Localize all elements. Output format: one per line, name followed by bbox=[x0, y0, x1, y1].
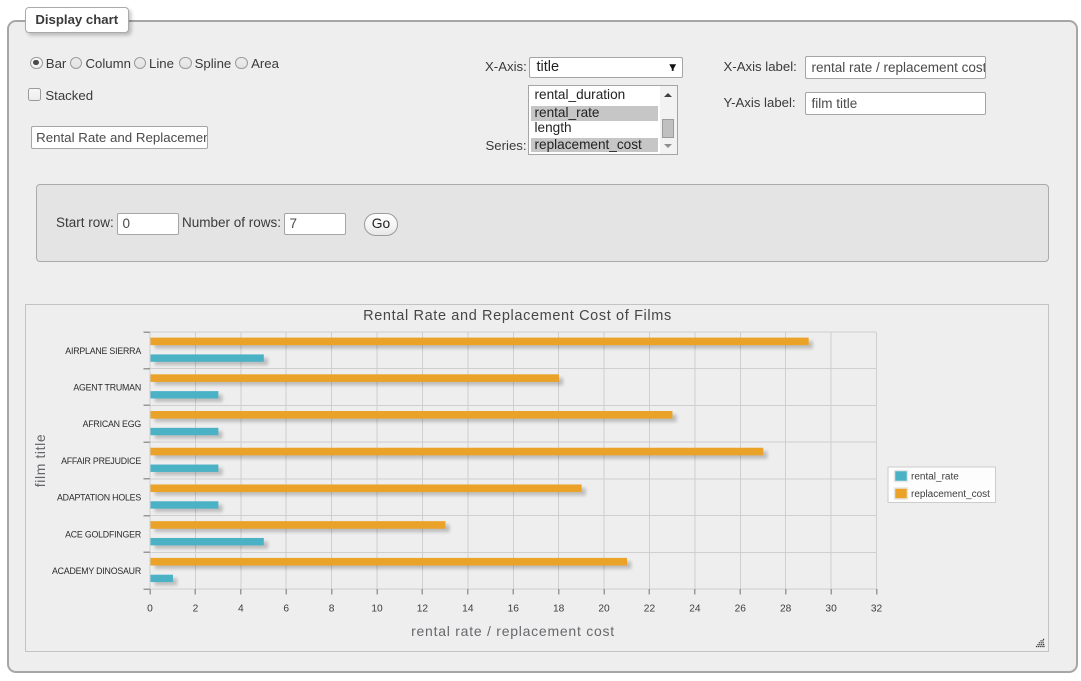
svg-text:AFRICAN EGG: AFRICAN EGG bbox=[83, 419, 142, 429]
svg-text:2: 2 bbox=[193, 603, 199, 614]
svg-text:24: 24 bbox=[689, 603, 701, 614]
svg-text:Rental Rate and Replacement Co: Rental Rate and Replacement Cost of Film… bbox=[363, 308, 672, 324]
svg-text:ACADEMY DINOSAUR: ACADEMY DINOSAUR bbox=[52, 566, 141, 576]
svg-text:32: 32 bbox=[871, 603, 883, 614]
svg-text:rental_rate: rental_rate bbox=[911, 471, 959, 482]
svg-text:ACE GOLDFINGER: ACE GOLDFINGER bbox=[65, 529, 141, 539]
svg-text:10: 10 bbox=[371, 603, 383, 614]
svg-text:rental rate / replacement cost: rental rate / replacement cost bbox=[411, 623, 615, 639]
svg-text:replacement_cost: replacement_cost bbox=[911, 489, 990, 500]
svg-text:14: 14 bbox=[462, 603, 474, 614]
svg-text:6: 6 bbox=[283, 603, 289, 614]
svg-text:4: 4 bbox=[238, 603, 244, 614]
svg-text:ADAPTATION HOLES: ADAPTATION HOLES bbox=[57, 492, 141, 502]
svg-text:AFFAIR PREJUDICE: AFFAIR PREJUDICE bbox=[61, 455, 141, 465]
svg-text:30: 30 bbox=[825, 603, 837, 614]
svg-text:AIRPLANE SIERRA: AIRPLANE SIERRA bbox=[65, 345, 141, 355]
svg-text:26: 26 bbox=[735, 603, 747, 614]
svg-text:18: 18 bbox=[553, 603, 565, 614]
svg-text:film title: film title bbox=[32, 433, 48, 486]
svg-text:0: 0 bbox=[147, 603, 153, 614]
svg-text:22: 22 bbox=[644, 603, 656, 614]
svg-text:12: 12 bbox=[417, 603, 429, 614]
svg-text:AGENT TRUMAN: AGENT TRUMAN bbox=[73, 382, 141, 392]
svg-text:8: 8 bbox=[329, 603, 335, 614]
svg-text:20: 20 bbox=[598, 603, 610, 614]
svg-text:16: 16 bbox=[508, 603, 520, 614]
svg-text:28: 28 bbox=[780, 603, 792, 614]
